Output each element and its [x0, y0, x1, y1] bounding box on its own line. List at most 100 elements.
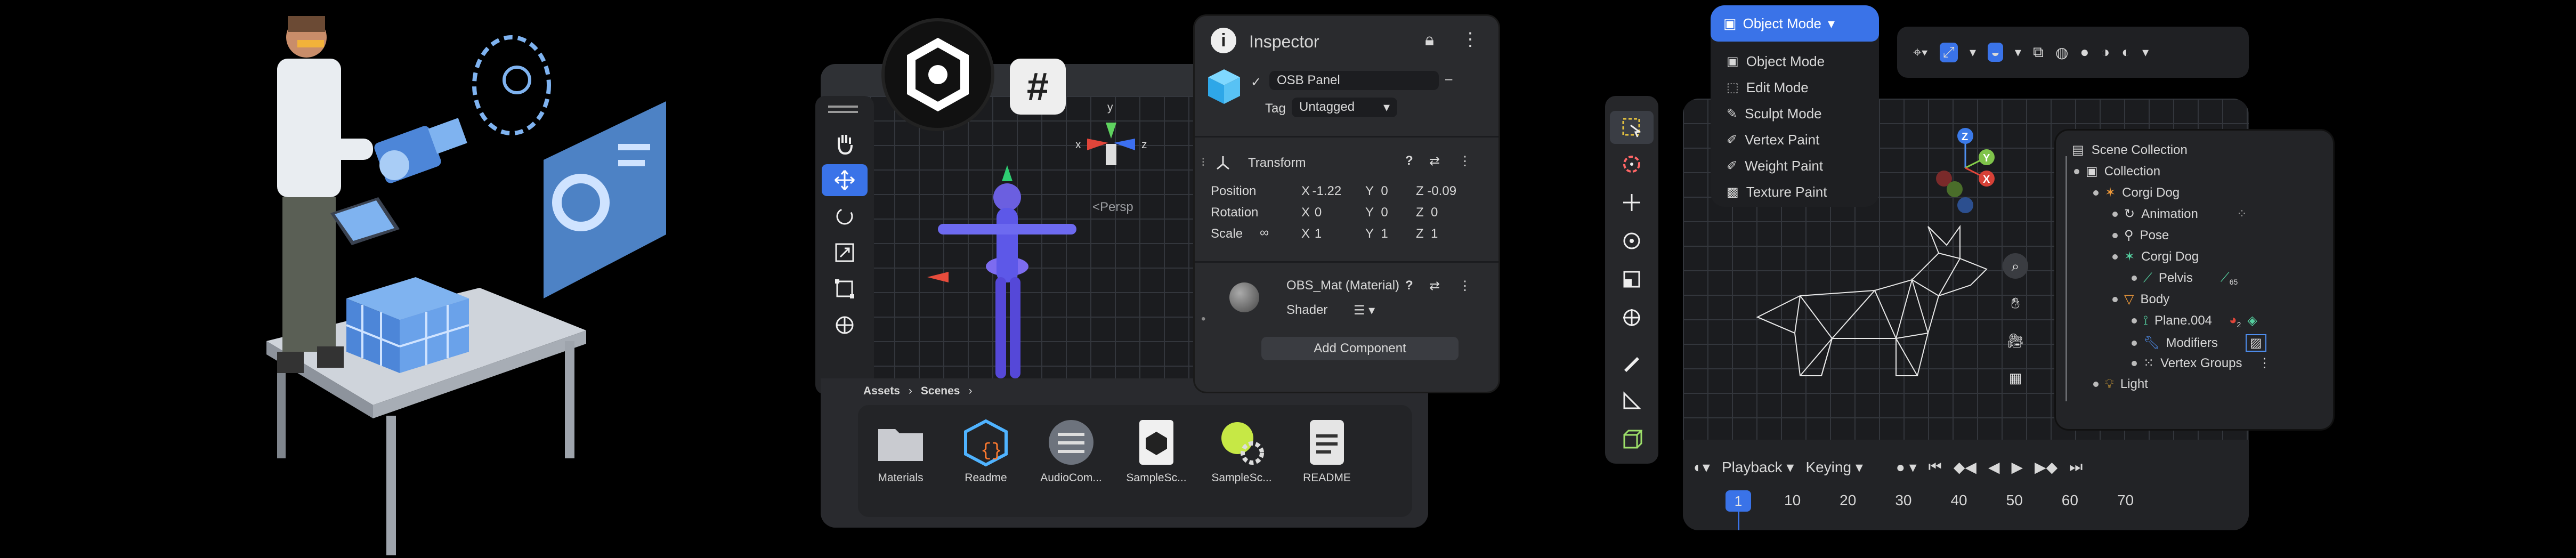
select-box-icon[interactable] [1610, 111, 1654, 144]
outliner-item[interactable]: 💡︎ Light [2093, 377, 2148, 392]
preset-icon[interactable]: ⇄ [1429, 278, 1440, 294]
gizmo-dropdown[interactable]: ▾ [1970, 45, 1976, 60]
jump-start-icon[interactable]: ⏮ [1929, 458, 1942, 476]
static-dropdown[interactable]: – [1445, 72, 1452, 87]
outliner-item[interactable]: ▽ Body [2112, 292, 2169, 307]
editor-type-icon[interactable]: ◐▾ [1694, 458, 1710, 476]
playback-menu[interactable]: Playback ▾ [1722, 458, 1794, 476]
material-slot-icon[interactable]: ◕2 [2229, 313, 2241, 329]
transform-icon[interactable] [1610, 302, 1654, 334]
pan-hand-icon[interactable]: ✋︎ [2003, 290, 2028, 316]
move-tool-icon[interactable] [822, 164, 868, 196]
mode-item-edit[interactable]: ⬚ Edit Mode [1727, 79, 1827, 96]
help-icon[interactable]: ? [1405, 153, 1413, 168]
corgi-wireframe[interactable] [1736, 216, 1992, 397]
rotation-fields[interactable]: X 0 Y 0 Z 0 [1301, 205, 1493, 220]
material-shading-icon[interactable]: ◑ [2101, 44, 2110, 61]
modifier-icon[interactable]: ▨ [2245, 334, 2266, 352]
rotation-z[interactable]: 0 [1431, 205, 1438, 220]
mode-item-sculpt[interactable]: ✎ Sculpt Mode [1727, 106, 1827, 122]
shader-dropdown[interactable]: ☰ ▾ [1354, 303, 1375, 318]
asset-item[interactable]: README [1295, 416, 1359, 484]
shape-key-icon[interactable]: ◈ [2247, 313, 2257, 328]
play-reverse-icon[interactable]: ◀ [1988, 458, 2000, 476]
rotation-y[interactable]: 0 [1381, 205, 1388, 220]
add-cube-icon[interactable] [1610, 423, 1654, 455]
scale-fields[interactable]: X 1 Y 1 Z 1 [1301, 227, 1493, 241]
hand-tool-icon[interactable] [822, 128, 868, 160]
rotation-x[interactable]: 0 [1315, 205, 1322, 220]
frame-ruler[interactable]: 10 20 30 40 50 60 70 [1784, 492, 2134, 509]
help-icon[interactable]: ? [1405, 278, 1413, 293]
play-icon[interactable]: ▶ [2011, 458, 2023, 476]
annotate-icon[interactable] [1610, 346, 1654, 378]
ortho-grid-icon[interactable]: ▦ [2003, 365, 2028, 391]
rotate-tool-icon[interactable] [822, 200, 868, 232]
object-name-field[interactable]: OSB Panel [1269, 71, 1439, 90]
more-icon[interactable]: ⋮ [1461, 29, 1479, 50]
transform-tool-icon[interactable] [822, 309, 868, 341]
scale-tool-icon[interactable] [822, 237, 868, 269]
outliner-item[interactable]: ▣ Collection [2074, 164, 2160, 179]
add-component-button[interactable]: Add Component [1261, 337, 1459, 360]
snap-icon[interactable]: ⌖▾ [1913, 44, 1928, 61]
scale-z[interactable]: 1 [1431, 227, 1438, 241]
rendered-shading-icon[interactable]: ◐ [2121, 44, 2131, 61]
asset-item[interactable]: {} Readme [954, 416, 1018, 484]
outliner-item[interactable]: ⚲ Pose [2112, 228, 2169, 243]
transform-title[interactable]: Transform [1248, 156, 1306, 171]
outliner-item[interactable]: ⟟ Plane.004 ◕2 ◈ [2132, 313, 2257, 329]
component-menu-icon[interactable]: ⋮ [1459, 153, 1471, 169]
material-title[interactable]: OBS_Mat (Material) [1286, 278, 1399, 293]
transform-drag-handle[interactable]: ⁝ [1201, 155, 1205, 170]
breadcrumb-assets[interactable]: Assets [863, 385, 900, 398]
outliner-item[interactable]: ⟋ Pelvis ⟋65 [2132, 270, 2238, 286]
mode-item-texture-paint[interactable]: ▩ Texture Paint [1727, 184, 1827, 200]
measure-icon[interactable] [1610, 385, 1654, 417]
asset-item[interactable]: Materials [869, 416, 933, 484]
persp-label[interactable]: <Persp [1092, 200, 1133, 215]
outliner-item[interactable]: ✶ Corgi Dog [2093, 185, 2180, 200]
scale-icon[interactable] [1610, 263, 1654, 295]
rect-tool-icon[interactable] [822, 273, 868, 305]
scale-x[interactable]: 1 [1315, 227, 1322, 241]
mode-item-weight-paint[interactable]: ✐ Weight Paint [1727, 158, 1827, 174]
jump-end-icon[interactable]: ⏭ [2069, 458, 2083, 476]
bone-children-icon[interactable]: ⟋65 [2221, 270, 2238, 286]
cursor-icon[interactable] [1610, 148, 1654, 180]
current-frame-indicator[interactable]: 1 [1726, 490, 1751, 512]
move-icon[interactable] [1610, 187, 1654, 219]
keying-menu[interactable]: Keying ▾ [1805, 458, 1862, 476]
mode-item-vertex-paint[interactable]: ✐ Vertex Paint [1727, 132, 1827, 148]
xray-icon[interactable]: ⧉ [2033, 44, 2044, 61]
outliner-item[interactable]: 🔧︎ Modifiers ▨ [2132, 334, 2266, 352]
position-y[interactable]: 0 [1381, 184, 1388, 198]
shading-dropdown[interactable]: ▾ [2142, 45, 2149, 60]
position-x[interactable]: -1.22 [1312, 184, 1341, 198]
prev-keyframe-icon[interactable]: ◆◀ [1954, 458, 1976, 476]
outliner-item[interactable]: ✶ Corgi Dog [2112, 249, 2199, 264]
solid-shading-icon[interactable]: ● [2080, 44, 2089, 61]
action-icon[interactable]: ⁘ [2237, 206, 2247, 222]
lock-icon[interactable]: 🔒︎ [1425, 30, 1434, 50]
mode-item-object[interactable]: ▣ Object Mode [1727, 53, 1827, 70]
preset-icon[interactable]: ⇄ [1429, 153, 1440, 169]
asset-item[interactable]: AudioCom... [1039, 416, 1103, 484]
overlay-toggle-icon[interactable]: ◒ [1987, 43, 2003, 62]
gizmo-toggle-icon[interactable]: ⤢ [1939, 42, 1958, 62]
overlay-dropdown[interactable]: ▾ [2015, 45, 2021, 60]
active-checkbox[interactable]: ✓ [1251, 75, 1261, 90]
scene-gizmo[interactable]: y x z [1071, 101, 1151, 181]
asset-item[interactable]: SampleSc... [1124, 416, 1188, 484]
rotate-icon[interactable] [1610, 225, 1654, 257]
tag-dropdown[interactable]: Untagged ▾ [1292, 98, 1397, 117]
asset-item[interactable]: SampleSc... [1210, 416, 1274, 484]
wireframe-shading-icon[interactable]: ◍ [2055, 44, 2068, 61]
zoom-icon[interactable]: ⌕ [2003, 253, 2028, 279]
drag-handle[interactable] [828, 106, 858, 108]
outliner-item[interactable]: ⁙ Vertex Groups ⋮ [2132, 355, 2271, 371]
scale-y[interactable]: 1 [1381, 227, 1388, 241]
outliner-item[interactable]: ↻ Animation ⁘ [2112, 206, 2247, 222]
position-fields[interactable]: X -1.22 Y 0 Z -0.09 [1301, 184, 1493, 199]
record-icon[interactable]: ● ▾ [1896, 458, 1917, 476]
